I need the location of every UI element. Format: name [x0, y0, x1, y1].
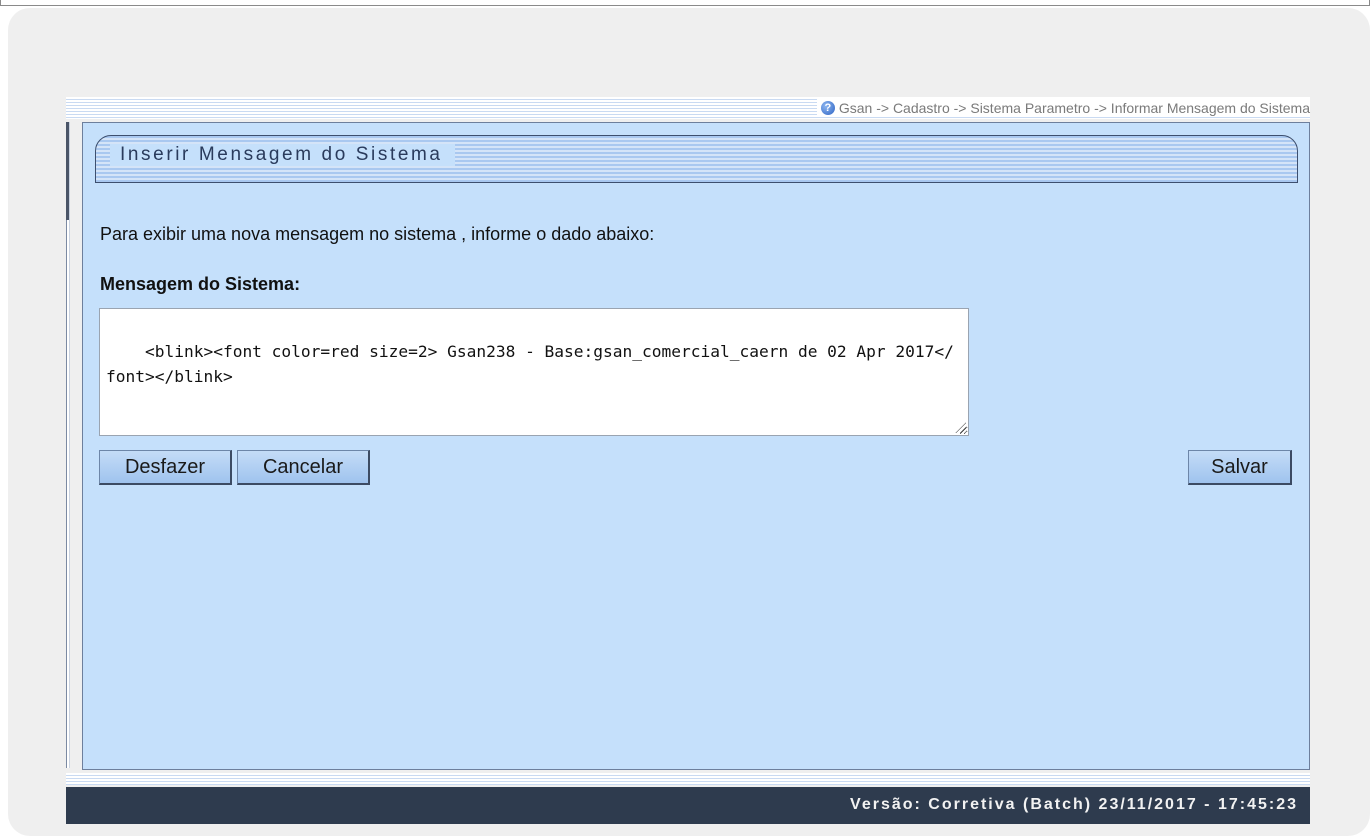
top-frame-strip	[0, 0, 1370, 6]
version-text: Versão: Corretiva (Batch) 23/11/2017 - 1…	[850, 796, 1298, 813]
undo-button[interactable]: Desfazer	[99, 450, 232, 485]
breadcrumb-text: Gsan -> Cadastro -> Sistema Parametro ->…	[838, 100, 1310, 116]
message-field-label: Mensagem do Sistema:	[100, 274, 301, 294]
resize-grip-icon[interactable]	[954, 421, 966, 433]
left-rule-accent	[66, 122, 69, 220]
message-textarea[interactable]: <blink><font color=red size=2> Gsan238 -…	[99, 308, 969, 436]
message-textarea-value: <blink><font color=red size=2> Gsan238 -…	[106, 342, 954, 386]
panel-title-bar: Inserir Mensagem do Sistema	[95, 135, 1298, 183]
breadcrumb: ? Gsan -> Cadastro -> Sistema Parametro …	[816, 99, 1310, 117]
save-button[interactable]: Salvar	[1188, 450, 1292, 485]
breadcrumb-bar: ? Gsan -> Cadastro -> Sistema Parametro …	[66, 97, 1310, 119]
page-title: Inserir Mensagem do Sistema	[120, 144, 443, 165]
cancel-button[interactable]: Cancelar	[237, 450, 370, 485]
instruction-text: Para exibir uma nova mensagem no sistema…	[100, 224, 655, 244]
form-panel: Inserir Mensagem do Sistema Para exibir …	[82, 122, 1310, 770]
title-plate: Inserir Mensagem do Sistema	[110, 144, 455, 166]
footer-bar: Versão: Corretiva (Batch) 23/11/2017 - 1…	[66, 787, 1310, 824]
help-question-icon[interactable]: ?	[820, 101, 835, 115]
bottom-rule	[66, 773, 1310, 785]
